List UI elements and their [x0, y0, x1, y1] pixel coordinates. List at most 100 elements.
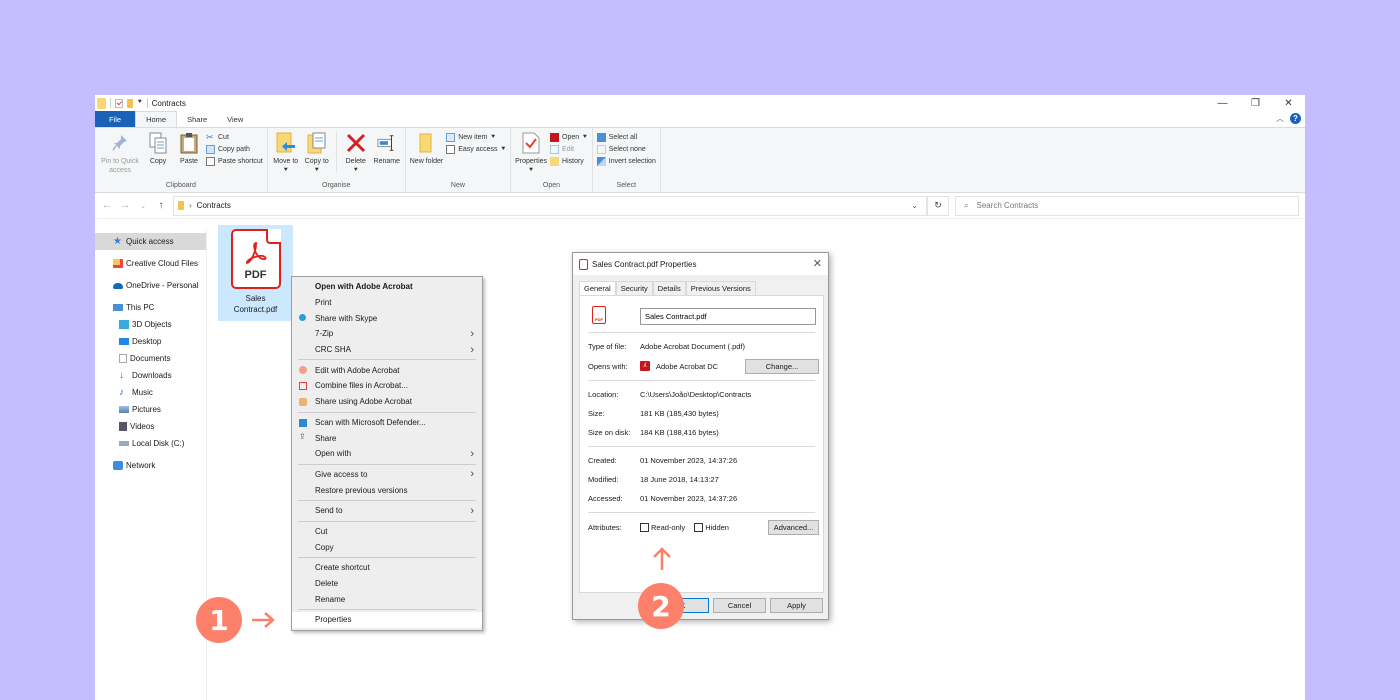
move-to-button[interactable]: Move to ⯆	[272, 130, 300, 175]
select-none-icon	[596, 145, 606, 154]
open-button[interactable]: Open ⯆	[550, 133, 588, 142]
properties-button[interactable]: Properties ⯆	[515, 130, 547, 175]
up-arrow-icon[interactable]: ↑	[155, 200, 167, 211]
hidden-checkbox[interactable]	[694, 523, 704, 532]
invert-selection-button[interactable]: Invert selection	[596, 157, 656, 166]
navigation-pane: ★ Quick access Creative Cloud Files OneD…	[95, 229, 207, 700]
ctx-combine-files[interactable]: Combine files in Acrobat...	[292, 378, 482, 394]
new-item-button[interactable]: New item ⯆	[446, 133, 506, 142]
ctx-cut[interactable]: Cut	[292, 524, 482, 540]
new-folder-button[interactable]: New folder	[410, 130, 443, 166]
ctx-crc-sha[interactable]: CRC SHA ›	[292, 342, 482, 358]
file-item-sales-contract[interactable]: PDF Sales Contract.pdf	[218, 225, 293, 321]
dialog-close-button[interactable]: ✕	[813, 257, 822, 270]
tab-share[interactable]: Share	[177, 111, 217, 127]
filename-input[interactable]	[640, 308, 816, 325]
rename-button[interactable]: Rename	[373, 130, 401, 166]
tab-home[interactable]: Home	[135, 111, 178, 127]
select-all-button[interactable]: Select all	[596, 133, 656, 142]
copy-to-icon	[307, 132, 327, 154]
close-button[interactable]: ✕	[1272, 95, 1305, 111]
back-arrow-icon[interactable]: ←	[101, 200, 113, 211]
breadcrumb-separator-icon: ›	[189, 201, 192, 210]
paste-shortcut-button[interactable]: Paste shortcut	[206, 157, 263, 166]
select-none-button[interactable]: Select none	[596, 145, 656, 154]
menu-divider	[298, 520, 476, 522]
change-button[interactable]: Change...	[745, 359, 819, 374]
new-folder-icon[interactable]	[127, 98, 133, 108]
search-icon: ⌕	[964, 200, 969, 210]
ctx-give-access-to[interactable]: Give access to ›	[292, 467, 482, 483]
nav-desktop[interactable]: Desktop	[95, 333, 206, 350]
nav-music[interactable]: ♪ Music	[95, 384, 206, 401]
paste-button[interactable]: Paste	[175, 130, 203, 166]
nav-videos[interactable]: Videos	[95, 418, 206, 435]
onedrive-cloud-icon	[113, 282, 123, 289]
ctx-open-with-adobe-acrobat[interactable]: Open with Adobe Acrobat	[292, 279, 482, 295]
forward-arrow-icon[interactable]: →	[119, 200, 131, 211]
nav-creative-cloud-files[interactable]: Creative Cloud Files	[95, 255, 206, 272]
edit-button[interactable]: Edit	[550, 145, 588, 154]
skype-icon	[299, 314, 306, 322]
read-only-checkbox[interactable]	[640, 523, 649, 532]
history-button[interactable]: History	[550, 157, 588, 166]
clipboard-group: Pin to Quick access Copy Paste ✂ Cut Cop…	[95, 128, 268, 192]
ctx-delete[interactable]: Delete	[292, 576, 482, 592]
tab-view[interactable]: View	[217, 111, 253, 127]
maximize-button[interactable]: ❐	[1239, 95, 1272, 111]
ctx-share[interactable]: ⇪ Share	[292, 430, 482, 446]
address-bar[interactable]: › Contracts ⌄	[173, 195, 927, 216]
advanced-button[interactable]: Advanced...	[768, 520, 819, 535]
paste-shortcut-icon	[206, 157, 215, 166]
ctx-7zip[interactable]: 7-Zip ›	[292, 326, 482, 342]
ctx-create-shortcut[interactable]: Create shortcut	[292, 560, 482, 576]
refresh-icon[interactable]: ↻	[927, 195, 949, 216]
nav-documents[interactable]: Documents	[95, 350, 206, 367]
copy-button[interactable]: Copy	[144, 130, 172, 166]
nav-3d-objects[interactable]: 3D Objects	[95, 316, 206, 333]
tab-file[interactable]: File	[95, 111, 136, 127]
pin-to-quick-access-button[interactable]: Pin to Quick access	[99, 130, 141, 175]
cut-button[interactable]: ✂ Cut	[206, 133, 263, 142]
apply-button[interactable]: Apply	[770, 598, 823, 613]
nav-network[interactable]: Network	[95, 457, 206, 474]
quick-access-toolbar: ⯆	[97, 97, 148, 109]
tab-details[interactable]: Details	[652, 281, 686, 296]
ctx-scan-with-defender[interactable]: Scan with Microsoft Defender...	[292, 415, 482, 431]
minimize-button[interactable]: —	[1206, 95, 1239, 111]
tab-previous-versions[interactable]: Previous Versions	[685, 281, 756, 296]
nav-onedrive[interactable]: OneDrive - Personal	[95, 277, 206, 294]
delete-button[interactable]: Delete ⯆	[342, 130, 370, 175]
ctx-copy[interactable]: Copy	[292, 539, 482, 555]
document-icon	[119, 354, 127, 363]
ctx-share-using-adobe-acrobat[interactable]: Share using Adobe Acrobat	[292, 394, 482, 410]
ctx-edit-with-adobe-acrobat[interactable]: Edit with Adobe Acrobat	[292, 362, 482, 378]
nav-quick-access[interactable]: ★ Quick access	[95, 233, 206, 250]
easy-access-button[interactable]: Easy access ⯆	[446, 145, 506, 154]
copy-to-button[interactable]: Copy to ⯆	[303, 130, 331, 175]
breadcrumb-contracts[interactable]: Contracts	[197, 201, 231, 210]
submenu-chevron-icon: ›	[470, 504, 474, 517]
minimize-ribbon-icon[interactable]: ︿	[1276, 113, 1284, 124]
customize-toolbar-dropdown[interactable]: ⯆	[137, 99, 143, 107]
help-icon[interactable]: ?	[1290, 113, 1301, 124]
nav-pictures[interactable]: Pictures	[95, 401, 206, 418]
ctx-properties[interactable]: Properties	[292, 612, 482, 628]
address-dropdown-icon[interactable]: ⌄	[911, 201, 918, 210]
recent-locations-dropdown[interactable]: ⌄	[137, 202, 149, 210]
copy-path-button[interactable]: Copy path	[206, 145, 263, 154]
ctx-rename[interactable]: Rename	[292, 591, 482, 607]
nav-this-pc[interactable]: This PC	[95, 299, 206, 316]
nav-downloads[interactable]: ↓ Downloads	[95, 367, 206, 384]
tab-security[interactable]: Security	[615, 281, 653, 296]
cancel-button[interactable]: Cancel	[713, 598, 766, 613]
submenu-chevron-icon: ›	[470, 447, 474, 460]
ctx-restore-previous-versions[interactable]: Restore previous versions	[292, 482, 482, 498]
ctx-print[interactable]: Print	[292, 295, 482, 311]
ctx-open-with[interactable]: Open with ›	[292, 446, 482, 462]
search-input[interactable]: ⌕ Search Contracts	[955, 195, 1299, 216]
properties-check-icon[interactable]	[115, 98, 123, 108]
nav-local-disk[interactable]: Local Disk (C:)	[95, 435, 206, 452]
ctx-share-with-skype[interactable]: Share with Skype	[292, 310, 482, 326]
ctx-send-to[interactable]: Send to ›	[292, 503, 482, 519]
